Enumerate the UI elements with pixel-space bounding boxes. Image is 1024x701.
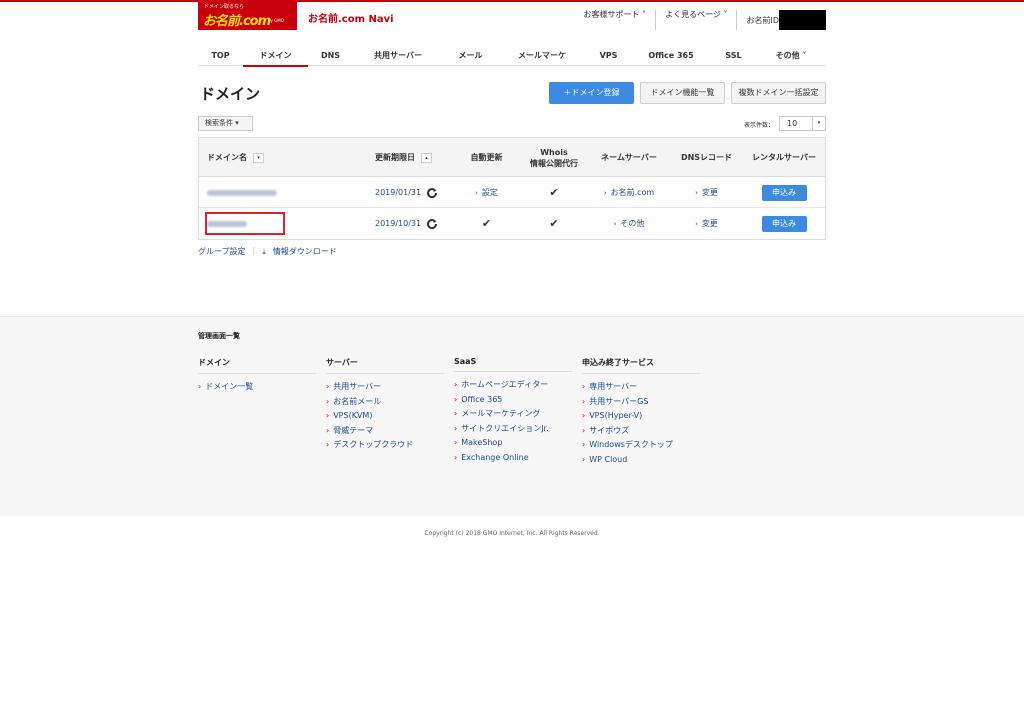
whois-check-icon: ✔ [549,217,559,230]
user-id[interactable]: お名前ID [736,10,826,30]
tab-7[interactable]: Office 365 [631,46,711,66]
footer-column: サーバー共用サーバーお名前メールVPS(KVM)脅威テーマデスクトップクラウド [326,357,444,453]
footer-link[interactable]: WP Cloud [582,453,700,468]
footer-link[interactable]: 共用サーバーGS [582,395,700,410]
nameserver-link[interactable]: › その他 [594,208,664,239]
footer-link[interactable]: ホームページエディター [454,378,572,393]
footer-link[interactable]: 共用サーバー [326,380,444,395]
download-icon: ⤓ [262,247,266,256]
footer-link[interactable]: VPS(Hyper-V) [582,409,700,424]
footer-link[interactable]: 専用サーバー [582,380,700,395]
page-title: ドメイン [200,85,261,103]
col-auto-renew-header: 自動更新 [470,153,503,162]
renew-icon[interactable] [426,187,438,199]
footer-column-heading: サーバー [326,357,444,374]
highlight-box [205,212,285,235]
footer-link[interactable]: ドメイン一覧 [198,380,316,395]
bulk-settings-button[interactable]: 複数ドメイン一括設定 [731,82,826,104]
rental-cell: 申込み [744,177,824,208]
domain-register-button[interactable]: ＋ドメイン登録 [549,82,634,104]
display-count-label: 表示件数： [744,122,775,129]
tab-2[interactable]: DNS [308,46,353,66]
domain-table: ドメイン名 ▾ 更新期限日 ▴ 自動更新 Whois 情報公開代行 ネームサーバー D… [198,137,826,240]
header-links: お客様サポート ˅ よく見るページ ˅ お名前ID [575,10,826,30]
rental-apply-button[interactable]: 申込み [761,215,807,232]
navi-title: お名前.com Navi [308,14,394,25]
tab-1[interactable]: ドメイン [243,46,308,67]
col-dns-header: DNSレコード [680,153,733,162]
footer-link[interactable]: サイトクリエイションJr. [454,422,572,437]
user-id-label: お名前ID [746,16,779,25]
tab-0[interactable]: TOP [198,46,243,66]
footer-link[interactable]: サイボウズ [582,424,700,439]
footer-link[interactable]: デスクトップクラウド [326,438,444,453]
tab-6[interactable]: VPS [586,46,631,66]
footer-link[interactable]: MakeShop [454,436,572,451]
nameserver-link[interactable]: › お名前.com [594,177,664,208]
footer-title: 管理画面一覧 [198,332,240,340]
footer-column-heading: ドメイン [198,357,316,374]
domain-features-button[interactable]: ドメイン機能一覧 [640,82,725,104]
col-expiry-header: 更新期限日 ▴ [375,138,432,177]
footer-link[interactable]: Office 365 [454,393,572,408]
footer-link[interactable]: メールマーケティング [454,407,572,422]
tab-3[interactable]: 共用サーバー [353,46,443,66]
header: ドメイン取るなら お名前.com by GMO お名前.com Navi お客様… [198,2,826,32]
col-nameserver-header: ネームサーバー [601,153,657,162]
display-count-select[interactable]: 10 ▾ [779,116,826,131]
tab-5[interactable]: メールマーケ [498,46,586,66]
rental-cell: 申込み [744,208,824,239]
search-conditions-dropdown[interactable]: 検索条件 ▾ [198,116,253,131]
logo-gmo: by GMO [268,18,284,23]
sort-expiry-button[interactable]: ▴ [421,152,432,163]
domain-name-blurred[interactable] [207,177,277,208]
onamae-logo[interactable]: ドメイン取るなら お名前.com by GMO [198,2,297,30]
tab-9[interactable]: その他 ˅ [756,46,826,66]
dns-change-link[interactable]: › 変更 [674,177,739,208]
logo-wordmark: お名前.com [203,14,271,29]
footer-column: ドメインドメイン一覧 [198,357,316,395]
chevron-down-icon: ▾ [812,117,825,130]
table-row: 2019/10/31 ✔ ✔ › その他 › 変更 申込み [199,208,825,239]
tab-8[interactable]: SSL [711,46,756,66]
rental-apply-button[interactable]: 申込み [761,184,807,201]
frequent-pages-menu[interactable]: よく見るページ ˅ [655,10,736,30]
expiry-date: 2019/10/31 [375,208,438,239]
tab-4[interactable]: メール [443,46,498,66]
footer-link[interactable]: 脅威テーマ [326,424,444,439]
renew-icon[interactable] [426,218,438,230]
download-info-link[interactable]: ⤓ 情報ダウンロード [262,246,351,257]
footer: 管理画面一覧 ドメインドメイン一覧サーバー共用サーバーお名前メールVPS(KVM… [0,316,1024,516]
table-actions: グループ設定 | ⤓ 情報ダウンロード [198,246,351,257]
group-settings-link[interactable]: グループ設定 [198,246,253,257]
separator: | [252,246,256,255]
footer-column-heading: SaaS [454,357,572,372]
footer-link[interactable]: Exchange Online [454,451,572,466]
col-rental-header: レンタルサーバー [752,153,816,162]
expiry-date: 2019/01/31 [375,177,438,208]
copyright: Copyright (c) 2018 GMO Internet, Inc. Al… [424,530,600,537]
redacted-user-id [779,10,826,30]
support-menu[interactable]: お客様サポート ˅ [575,10,656,30]
table-header: ドメイン名 ▾ 更新期限日 ▴ 自動更新 Whois 情報公開代行 ネームサーバー D… [199,138,825,177]
display-count-value: 10 [787,119,798,128]
footer-column: SaaS ホームページエディターOffice 365メールマーケティングサイトクリ… [454,357,572,465]
dns-change-link[interactable]: › 変更 [674,208,739,239]
footer-column: 申込み終了サービス専用サーバー共用サーバーGSVPS(Hyper-V)サイボウズ… [582,357,700,467]
sort-domain-button[interactable]: ▾ [253,152,264,163]
col-whois-header: Whois 情報公開代行 [530,147,578,168]
footer-link[interactable]: お名前メール [326,395,444,410]
col-domain-header: ドメイン名 ▾ [207,138,264,177]
auto-renew-check-icon: ✔ [481,217,492,230]
footer-column-heading: 申込み終了サービス [582,357,700,374]
table-row: 2019/01/31 › 設定 ✔ › お名前.com › 変更 申込み [199,177,825,208]
global-nav: TOP ドメイン DNS 共用サーバー メール メールマーケ VPS Office 365 SS… [198,46,826,67]
footer-link[interactable]: Windowsデスクトップ [582,438,700,453]
footer-link[interactable]: VPS(KVM) [326,409,444,424]
auto-renew-link[interactable]: › 設定 [459,177,514,208]
whois-check-icon: ✔ [549,186,559,199]
